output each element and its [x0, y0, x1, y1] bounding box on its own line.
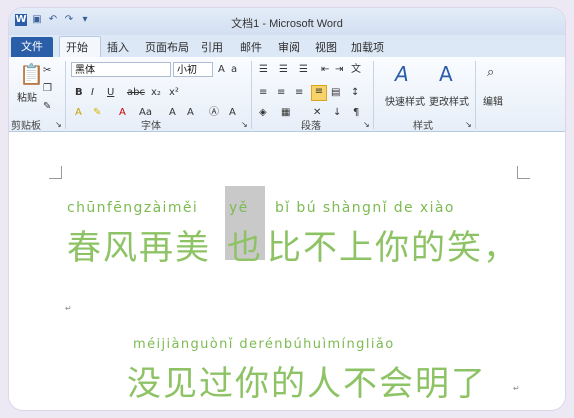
font-color-icon[interactable]: A — [119, 107, 126, 119]
group-separator — [475, 61, 476, 129]
borders-icon[interactable]: ▦ — [281, 107, 290, 119]
italic-icon[interactable]: I — [91, 87, 94, 99]
tab-addins[interactable]: 加载项 — [351, 39, 384, 55]
chinese-layout-icon[interactable]: 文 — [351, 64, 361, 76]
group-separator — [65, 61, 66, 129]
group-separator — [251, 61, 252, 129]
quick-styles-icon[interactable]: A — [395, 63, 409, 85]
distributed-icon[interactable]: ▤ — [331, 87, 340, 99]
font-group-label: 字体 — [141, 121, 161, 132]
grow-font-icon[interactable]: A — [218, 64, 225, 76]
pinyin-line-1a: chūnfēngzàiměi — [67, 200, 199, 216]
subscript-icon[interactable]: x₂ — [151, 87, 161, 99]
tab-mailings[interactable]: 邮件 — [240, 39, 262, 55]
text-line-1a: 春风再美 — [67, 228, 211, 268]
tab-review[interactable]: 审阅 — [278, 39, 300, 55]
ribbon-tabs: 文件 开始 插入 页面布局 引用 邮件 审阅 视图 加载项 — [9, 35, 565, 58]
superscript-icon[interactable]: x² — [169, 87, 179, 99]
align-left-icon[interactable]: ≡ — [259, 87, 267, 99]
decrease-indent-icon[interactable]: ⇤ — [321, 64, 329, 76]
ribbon: 📋 粘贴 ✂ ❐ ✎ 剪贴板 ↘ 黑体 小初 A a B I U abc x₂ … — [9, 57, 565, 132]
margin-corner-mark — [517, 166, 530, 179]
text-effects-icon[interactable]: A — [75, 107, 82, 119]
paragraph-launcher-icon[interactable]: ↘ — [363, 119, 370, 131]
styles-group-label: 样式 — [413, 121, 433, 132]
bold-icon[interactable]: B — [75, 87, 83, 99]
paste-icon[interactable]: 📋 — [19, 63, 44, 85]
line-spacing-icon[interactable]: ↕ — [351, 87, 359, 99]
paragraph-mark-icon: ↵ — [65, 304, 72, 313]
pinyin-line-2: méijiànguònǐ derénbúhuìmíngliǎo — [133, 337, 395, 352]
clear-format-icon[interactable]: A — [187, 107, 194, 119]
tab-file[interactable]: 文件 — [11, 37, 53, 57]
change-styles-icon[interactable]: A — [439, 63, 453, 85]
justify-icon[interactable]: ≡ — [311, 85, 327, 101]
clipboard-group-label: 剪贴板 — [11, 121, 41, 132]
char-border-icon[interactable]: Ⓐ — [209, 107, 219, 119]
word-window: W ▣ ↶ ↷ ▾ 文档1 - Microsoft Word 文件 开始 插入 … — [9, 8, 565, 410]
align-center-icon[interactable]: ≡ — [277, 87, 285, 99]
quick-styles-button[interactable]: 快速样式 — [385, 93, 425, 108]
multilevel-list-icon[interactable]: ☰ — [299, 64, 308, 76]
increase-indent-icon[interactable]: ⇥ — [335, 64, 343, 76]
text-line-2: 没见过你的人不会明了 — [127, 364, 487, 404]
numbering-icon[interactable]: ☰ — [279, 64, 288, 76]
paragraph-group-label: 段落 — [301, 121, 321, 132]
pinyin-line-1b: bǐ bú shàngnǐ de xiào — [275, 200, 455, 216]
cut-icon[interactable]: ✂ — [43, 65, 51, 77]
margin-corner-mark — [49, 166, 62, 179]
font-launcher-icon[interactable]: ↘ — [241, 119, 248, 131]
bullets-icon[interactable]: ☰ — [259, 64, 268, 76]
clipboard-launcher-icon[interactable]: ↘ — [55, 119, 62, 131]
grow-font-small-icon[interactable]: A — [169, 107, 176, 119]
highlight-color-icon[interactable]: ✎ — [93, 107, 101, 119]
text-line-1-selected: 也 — [227, 228, 263, 268]
shading-icon[interactable]: ◈ — [259, 107, 267, 119]
tab-references[interactable]: 引用 — [201, 39, 223, 55]
tab-page-layout[interactable]: 页面布局 — [145, 39, 189, 55]
align-right-icon[interactable]: ≡ — [295, 87, 303, 99]
font-name-select[interactable]: 黑体 — [71, 62, 171, 77]
font-size-select[interactable]: 小初 — [173, 62, 213, 77]
title-bar: W ▣ ↶ ↷ ▾ 文档1 - Microsoft Word — [9, 8, 565, 35]
group-separator — [373, 61, 374, 129]
window-title: 文档1 - Microsoft Word — [231, 18, 343, 30]
char-shading-icon[interactable]: A — [229, 107, 236, 119]
styles-launcher-icon[interactable]: ↘ — [465, 119, 472, 131]
strikethrough-icon[interactable]: abc — [127, 87, 145, 99]
underline-icon[interactable]: U — [107, 87, 114, 99]
document-page[interactable]: chūnfēngzàiměi yě bǐ bú shàngnǐ de xiào … — [9, 132, 565, 410]
paste-button[interactable]: 粘贴 — [17, 89, 37, 104]
text-line-1b: 比不上你的笑， — [267, 228, 519, 268]
editing-button[interactable]: 编辑 — [483, 93, 503, 108]
copy-icon[interactable]: ❐ — [43, 83, 52, 95]
paragraph-mark-icon: ↵ — [513, 384, 520, 393]
tab-view[interactable]: 视图 — [315, 39, 337, 55]
tab-home[interactable]: 开始 — [66, 39, 88, 55]
find-icon[interactable]: ⌕ — [487, 66, 494, 79]
pinyin-line-1-selected: yě — [229, 200, 249, 216]
show-marks-icon[interactable]: ¶ — [353, 107, 359, 119]
shrink-font-icon[interactable]: a — [231, 64, 237, 76]
format-painter-icon[interactable]: ✎ — [43, 101, 51, 113]
sort-icon[interactable]: ↓ — [333, 107, 341, 119]
tab-insert[interactable]: 插入 — [107, 39, 129, 55]
change-styles-button[interactable]: 更改样式 — [429, 93, 469, 108]
